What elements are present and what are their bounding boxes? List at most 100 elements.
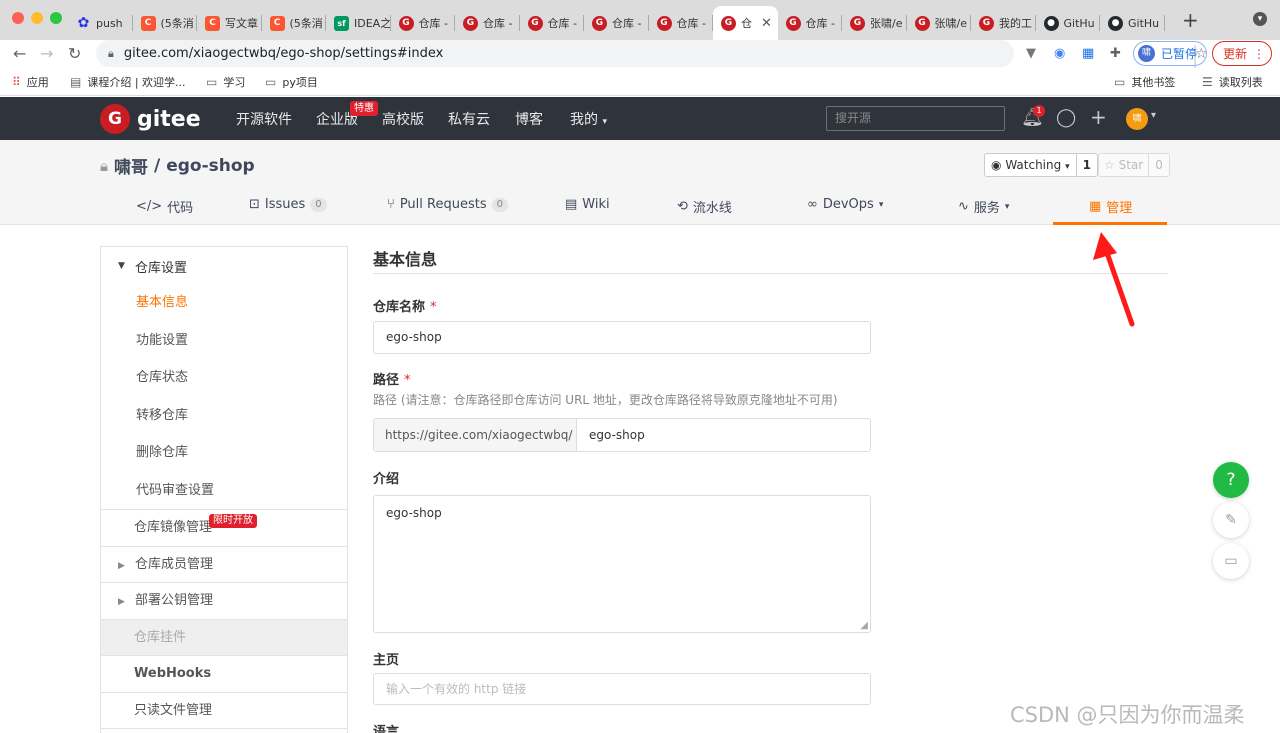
star-count[interactable]: 0 bbox=[1149, 154, 1169, 176]
browser-tab-label: 仓库 - bbox=[547, 17, 577, 30]
reading-list[interactable]: ☰ 读取列表 bbox=[1202, 74, 1263, 90]
tab-manage[interactable]: ▦ 管理 bbox=[1089, 197, 1132, 216]
sidebar-item-features[interactable]: 功能设置 bbox=[101, 322, 347, 360]
browser-tab[interactable]: ● GitHu bbox=[1100, 6, 1165, 40]
browser-tab[interactable]: G 仓库 - bbox=[649, 6, 714, 40]
tab-service[interactable]: ∿ 服务 ▾ bbox=[958, 197, 1009, 216]
forward-icon[interactable]: → bbox=[40, 44, 53, 63]
close-tab-icon[interactable]: ✕ bbox=[761, 16, 772, 31]
repo-owner[interactable]: 啸哥 bbox=[114, 153, 148, 178]
infinity-icon: ∞ bbox=[807, 197, 818, 212]
repo-name[interactable]: ego-shop bbox=[166, 156, 255, 176]
watermark: CSDN @只因为你而温柔 bbox=[1010, 703, 1245, 727]
user-avatar[interactable]: 啸 bbox=[1126, 108, 1148, 130]
nav-private-cloud[interactable]: 私有云 bbox=[448, 109, 490, 129]
browser-tab[interactable]: C (5条消 bbox=[133, 6, 198, 40]
sidebar-item-status[interactable]: 仓库状态 bbox=[101, 359, 347, 397]
sidebar-item-transfer[interactable]: 转移仓库 bbox=[101, 397, 347, 435]
feedback-edit-button[interactable]: ✎ bbox=[1213, 502, 1249, 538]
issues-icon: ⊡ bbox=[249, 197, 260, 212]
reload-icon[interactable]: ↻ bbox=[68, 44, 81, 63]
watch-button[interactable]: ◉ Watching ▾ 1 bbox=[984, 153, 1098, 177]
required-mark: * bbox=[430, 300, 437, 315]
bookmark-apps[interactable]: ⠿ 应用 bbox=[12, 74, 49, 90]
browser-tab[interactable]: G 仓 ✕ bbox=[713, 6, 778, 40]
bookmark-folder-study[interactable]: ▭ 学习 bbox=[206, 74, 245, 90]
sidebar-item-mirror[interactable]: 仓库镜像管理 限时开放 bbox=[101, 509, 347, 546]
extension-vue-icon[interactable]: ▼ bbox=[1026, 46, 1036, 61]
extensions-puzzle-icon[interactable]: ✚ bbox=[1110, 46, 1121, 61]
help-button[interactable]: ? bbox=[1213, 462, 1249, 498]
nav-blog[interactable]: 博客 bbox=[515, 109, 543, 129]
star-button[interactable]: ☆ Star 0 bbox=[1098, 153, 1170, 177]
intro-textarea[interactable]: ego-shop ◢ bbox=[373, 495, 871, 633]
bookmark-other[interactable]: ▭ 其他书签 bbox=[1114, 74, 1175, 90]
browser-tab[interactable]: G 我的工 bbox=[971, 6, 1036, 40]
watch-count[interactable]: 1 bbox=[1077, 154, 1097, 176]
tab-wiki[interactable]: ▤ Wiki bbox=[565, 197, 610, 212]
browser-tab[interactable]: ✿ push bbox=[68, 6, 133, 40]
sidebar-group-repo-settings[interactable]: ▼ 仓库设置 bbox=[101, 248, 347, 284]
browser-tab[interactable]: C 写文章 bbox=[197, 6, 262, 40]
tab-pipeline[interactable]: ⟲ 流水线 bbox=[677, 197, 732, 216]
profile-paused-button[interactable]: 啸 已暂停 bbox=[1133, 41, 1207, 66]
lock-icon[interactable]: 🔒︎ bbox=[108, 47, 114, 61]
tab-search-icon[interactable]: ▾ bbox=[1253, 12, 1267, 26]
resize-grip-icon[interactable]: ◢ bbox=[860, 620, 868, 631]
folder-icon: ▭ bbox=[1114, 75, 1126, 89]
nav-open-source[interactable]: 开源软件 bbox=[236, 109, 292, 129]
update-button[interactable]: 更新 ⋮ bbox=[1212, 41, 1272, 66]
bookmark-course[interactable]: ▤ 课程介绍 | 欢迎学... bbox=[70, 74, 186, 90]
back-icon[interactable]: ← bbox=[13, 44, 26, 63]
tab-pull-requests[interactable]: ⑂ Pull Requests 0 bbox=[387, 197, 508, 212]
path-hint: 路径 (请注意：仓库路径即仓库访问 URL 地址，更改仓库路径将导致原克隆地址不… bbox=[373, 393, 838, 407]
browser-tab[interactable]: C (5条消 bbox=[262, 6, 327, 40]
plus-icon[interactable]: + bbox=[1090, 105, 1107, 129]
bookmark-folder-py[interactable]: ▭ py项目 bbox=[265, 74, 318, 90]
browser-tab[interactable]: G 仓库 - bbox=[455, 6, 520, 40]
chat-button[interactable]: ▭ bbox=[1213, 543, 1249, 579]
avatar-caret-icon[interactable]: ▾ bbox=[1151, 110, 1156, 121]
caret-down-icon: ▼ bbox=[118, 261, 125, 271]
path-input[interactable]: ego-shop bbox=[577, 419, 870, 451]
sidebar-item-basic-info[interactable]: 基本信息 bbox=[101, 284, 347, 322]
browser-tab[interactable]: G 仓库 - bbox=[520, 6, 585, 40]
nav-mine[interactable]: 我的 ▾ bbox=[570, 109, 607, 129]
browser-tab[interactable]: G 仓库 - bbox=[391, 6, 456, 40]
sidebar-item-readonly-files[interactable]: 只读文件管理 bbox=[101, 691, 347, 729]
browser-tab[interactable]: G 仓库 - bbox=[584, 6, 649, 40]
sf-favicon-icon: sf bbox=[334, 15, 349, 31]
browser-tab-label: 仓库 - bbox=[612, 17, 642, 30]
bookmark-py-label: py项目 bbox=[282, 76, 318, 89]
minimize-window-button[interactable] bbox=[31, 12, 43, 24]
gitee-favicon-icon: G bbox=[914, 15, 930, 31]
sidebar-item-deploy-keys[interactable]: ▶ 部署公钥管理 bbox=[101, 582, 347, 619]
lightbulb-icon[interactable]: ◯ bbox=[1056, 107, 1076, 128]
zoom-window-button[interactable] bbox=[50, 12, 62, 24]
extension-grid-icon[interactable]: ▦ bbox=[1082, 46, 1094, 61]
tab-devops[interactable]: ∞ DevOps ▾ bbox=[807, 197, 883, 212]
close-window-button[interactable] bbox=[12, 12, 24, 24]
new-tab-button[interactable]: + bbox=[1182, 10, 1199, 30]
browser-tab[interactable]: ● GitHu bbox=[1036, 6, 1101, 40]
browser-tab[interactable]: sf IDEA之 bbox=[326, 6, 391, 40]
browser-tab[interactable]: G 张啸/e bbox=[907, 6, 972, 40]
eye-icon: ◉ bbox=[991, 158, 1002, 172]
gitee-favicon-icon: G bbox=[850, 15, 865, 31]
tab-code[interactable]: </> 代码 bbox=[136, 197, 193, 216]
homepage-input[interactable]: 输入一个有效的 http 链接 bbox=[373, 673, 871, 705]
nav-education[interactable]: 高校版 bbox=[382, 109, 424, 129]
header-search-input[interactable]: 搜开源 bbox=[826, 106, 1005, 131]
url-field[interactable]: 🔒︎ gitee.com/xiaogectwbq/ego-shop/settin… bbox=[96, 40, 1208, 69]
browser-tab[interactable]: G 张啸/e bbox=[842, 6, 907, 40]
sidebar-item-delete[interactable]: 删除仓库 bbox=[101, 434, 347, 472]
baidu-favicon-icon: ✿ bbox=[77, 15, 90, 31]
tab-issues[interactable]: ⊡ Issues 0 bbox=[249, 197, 327, 212]
sidebar-item-members[interactable]: ▶ 仓库成员管理 bbox=[101, 545, 347, 583]
gitee-logo[interactable]: G gitee bbox=[100, 104, 201, 134]
browser-tab[interactable]: G 仓库 - bbox=[778, 6, 843, 40]
sidebar-item-code-review[interactable]: 代码审查设置 bbox=[101, 472, 347, 510]
repo-name-input[interactable]: ego-shop bbox=[373, 321, 871, 354]
sidebar-item-webhooks[interactable]: WebHooks bbox=[101, 655, 347, 692]
extension-chrome-icon[interactable]: ◉ bbox=[1054, 46, 1065, 61]
